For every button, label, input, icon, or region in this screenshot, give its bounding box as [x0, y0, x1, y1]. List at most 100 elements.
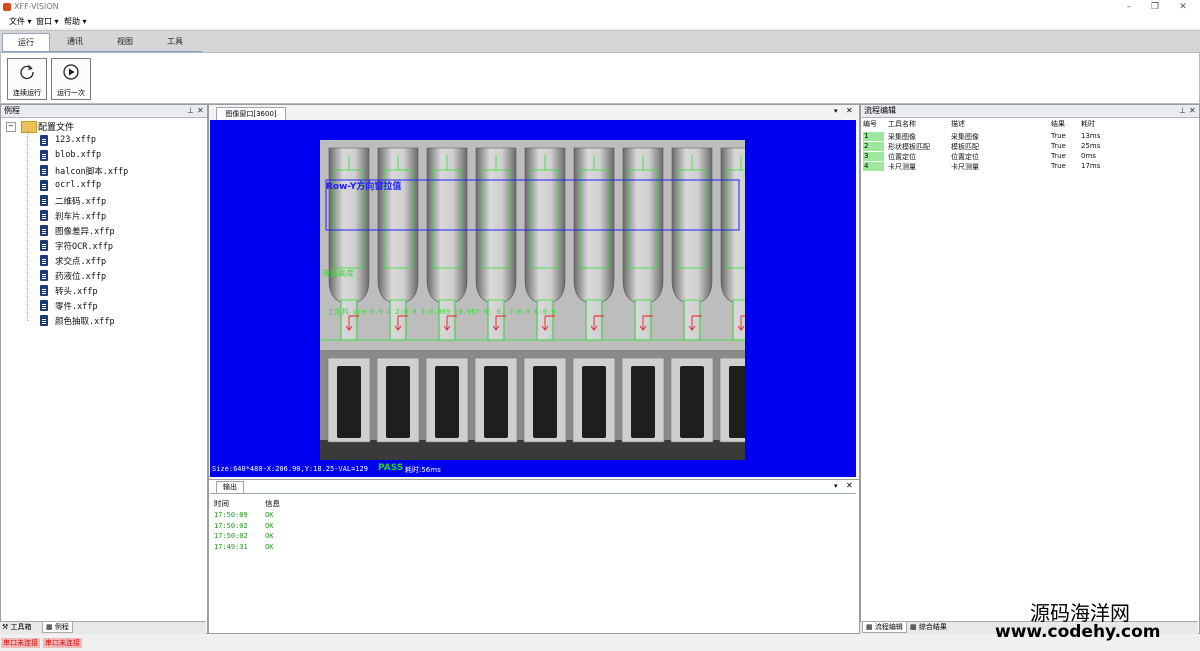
tree-file-item[interactable]: 刹车片.xffp — [55, 210, 106, 222]
tab-examples[interactable]: ▦ 例程 — [42, 622, 73, 633]
minimize-button[interactable]: – — [1116, 1, 1142, 13]
output-dropdown-icon[interactable]: ▾ — [834, 482, 838, 490]
flow-row-id[interactable]: 2 — [863, 142, 884, 151]
tab-flow-edit[interactable]: ▦ 流程编辑 — [862, 622, 907, 633]
ribbon-body — [0, 52, 1200, 104]
log-time: 17:50:02 — [214, 532, 248, 540]
tab-toolbox[interactable]: ⚒ 工具箱 — [2, 622, 32, 632]
serial-status-2: 串口未连接 — [43, 638, 82, 648]
pin-icon[interactable]: ⊥ — [187, 106, 194, 115]
flow-row-name[interactable]: 采集图像 — [888, 132, 916, 142]
tab-summary-label: 综合结果 — [918, 623, 947, 631]
output-close-icon[interactable]: ✕ — [846, 481, 853, 490]
tab-view[interactable]: 视图 — [104, 33, 146, 51]
dropdown-icon[interactable]: ▾ — [834, 107, 838, 115]
file-icon — [40, 165, 48, 176]
run-once-button[interactable]: 运行一次 — [51, 58, 91, 100]
tree-collapse-toggle[interactable]: − — [6, 122, 16, 132]
flow-row-id[interactable]: 4 — [863, 162, 884, 171]
file-icon — [40, 150, 48, 161]
file-icon — [40, 225, 48, 236]
flow-row-name[interactable]: 形状模板匹配 — [888, 142, 930, 152]
tree-file-item[interactable]: 图像差异.xffp — [55, 225, 115, 237]
tab-tools[interactable]: 工具 — [154, 33, 196, 51]
overlay-scores: 工配料 ore:0.9 4 2:0.9 3:0.969 :0.967 6: 0.… — [328, 307, 556, 316]
image-window-tab[interactable]: 图像窗口[3600] — [216, 107, 286, 120]
flow-pin-icon[interactable]: ⊥ — [1179, 106, 1186, 115]
tree-file-item[interactable]: ocrl.xffp — [55, 180, 101, 190]
title-bar — [0, 0, 1200, 14]
flow-row-time[interactable]: 13ms — [1081, 132, 1100, 140]
tree-file-item[interactable]: halcon脚本.xffp — [55, 165, 128, 177]
log-message: OK — [265, 542, 274, 551]
log-time: 17:49:31 — [214, 542, 248, 551]
tree-file-item[interactable]: 字符OCR.xffp — [55, 240, 113, 252]
flow-row-id[interactable]: 3 — [863, 152, 884, 161]
tree-file-item[interactable]: 药液位.xffp — [55, 270, 106, 282]
menu-file[interactable]: 文件 ▾ — [9, 16, 32, 27]
file-icon — [40, 210, 48, 221]
flow-row-result[interactable]: True — [1051, 162, 1066, 170]
tab-flow-edit-label: 流程编辑 — [874, 623, 903, 631]
tab-run[interactable]: 运行 — [2, 33, 50, 52]
flow-row-name[interactable]: 位置定位 — [888, 152, 916, 162]
tree-root-config[interactable]: 配置文件 — [38, 120, 74, 133]
flow-close-icon[interactable]: ✕ — [1189, 106, 1196, 115]
flow-col-result: 结果 — [1051, 120, 1065, 128]
log-time: 17:50:02 — [214, 521, 248, 530]
flow-editor-panel: 流程编辑 ⊥ ✕ — [860, 104, 1200, 634]
close-image-window-icon[interactable]: ✕ — [846, 106, 853, 115]
examples-panel: 例程 ⊥ ✕ — [0, 104, 208, 634]
tree-file-item[interactable]: blob.xffp — [55, 150, 101, 160]
menu-bar — [0, 14, 1200, 28]
tree-file-item[interactable]: 零件.xffp — [55, 300, 98, 312]
serial-status-1: 串口未连接 — [1, 638, 40, 648]
app-logo-icon — [3, 3, 11, 11]
flow-row-name[interactable]: 卡尺测量 — [888, 162, 916, 172]
flow-row-desc[interactable]: 采集图像 — [951, 132, 979, 142]
maximize-button[interactable]: ❐ — [1142, 1, 1168, 13]
flow-row-desc[interactable]: 模板匹配 — [951, 142, 979, 152]
tab-toolbox-label: 工具箱 — [10, 623, 32, 631]
tab-summary[interactable]: ▦ 综合结果 — [910, 622, 947, 632]
close-window-button[interactable]: ✕ — [1170, 1, 1196, 13]
play-icon — [63, 64, 79, 80]
file-icon — [40, 270, 48, 281]
file-icon — [40, 195, 48, 206]
flow-row-desc[interactable]: 位置定位 — [951, 152, 979, 162]
continuous-run-button[interactable]: 连续运行 — [7, 58, 47, 100]
tab-communication[interactable]: 通讯 — [54, 33, 96, 51]
flow-col-time: 耗时 — [1081, 120, 1095, 128]
menu-window[interactable]: 窗口 ▾ — [36, 16, 59, 27]
file-icon — [40, 240, 48, 251]
run-once-label: 运行一次 — [57, 89, 85, 97]
close-icon[interactable]: ✕ — [197, 106, 204, 115]
flow-row-time[interactable]: 17ms — [1081, 162, 1100, 170]
flow-row-desc[interactable]: 卡尺测量 — [951, 162, 979, 172]
flow-col-name: 工具名称 — [888, 120, 916, 128]
output-tab[interactable]: 输出 — [216, 481, 244, 493]
tree-file-item[interactable]: 123.xffp — [55, 135, 96, 145]
tree-file-item[interactable]: 转头.xffp — [55, 285, 98, 297]
tree-file-item[interactable]: 求交点.xffp — [55, 255, 106, 267]
flow-col-desc: 描述 — [951, 120, 965, 128]
flow-row-result[interactable]: True — [1051, 142, 1066, 150]
tree-file-item[interactable]: 二维码.xffp — [55, 195, 106, 207]
image-tab-bar — [209, 105, 857, 119]
flow-row-time[interactable]: 25ms — [1081, 142, 1100, 150]
file-icon — [40, 285, 48, 296]
file-icon — [40, 135, 48, 146]
menu-help[interactable]: 帮助 ▾ — [64, 16, 87, 27]
log-message: OK — [265, 521, 274, 530]
camera-image[interactable]: Row-Y方向窗拉值 液面高度 工配料 ore:0.9 4 2:0.9 3:0.… — [320, 140, 745, 460]
flow-row-time[interactable]: 0ms — [1081, 152, 1096, 160]
tree-file-item[interactable]: 颜色抽取.xffp — [55, 315, 115, 327]
flow-row-id[interactable]: 1 — [863, 132, 884, 141]
output-col-info: 信息 — [265, 499, 280, 508]
flow-row-result[interactable]: True — [1051, 132, 1066, 140]
flow-row-result[interactable]: True — [1051, 152, 1066, 160]
image-status-text: Size:640*480-X:206.90,Y:18.25-VAL=129 — [212, 465, 368, 473]
flow-editor-title: 流程编辑 — [861, 105, 1199, 118]
file-icon — [40, 180, 48, 191]
file-icon — [40, 255, 48, 266]
